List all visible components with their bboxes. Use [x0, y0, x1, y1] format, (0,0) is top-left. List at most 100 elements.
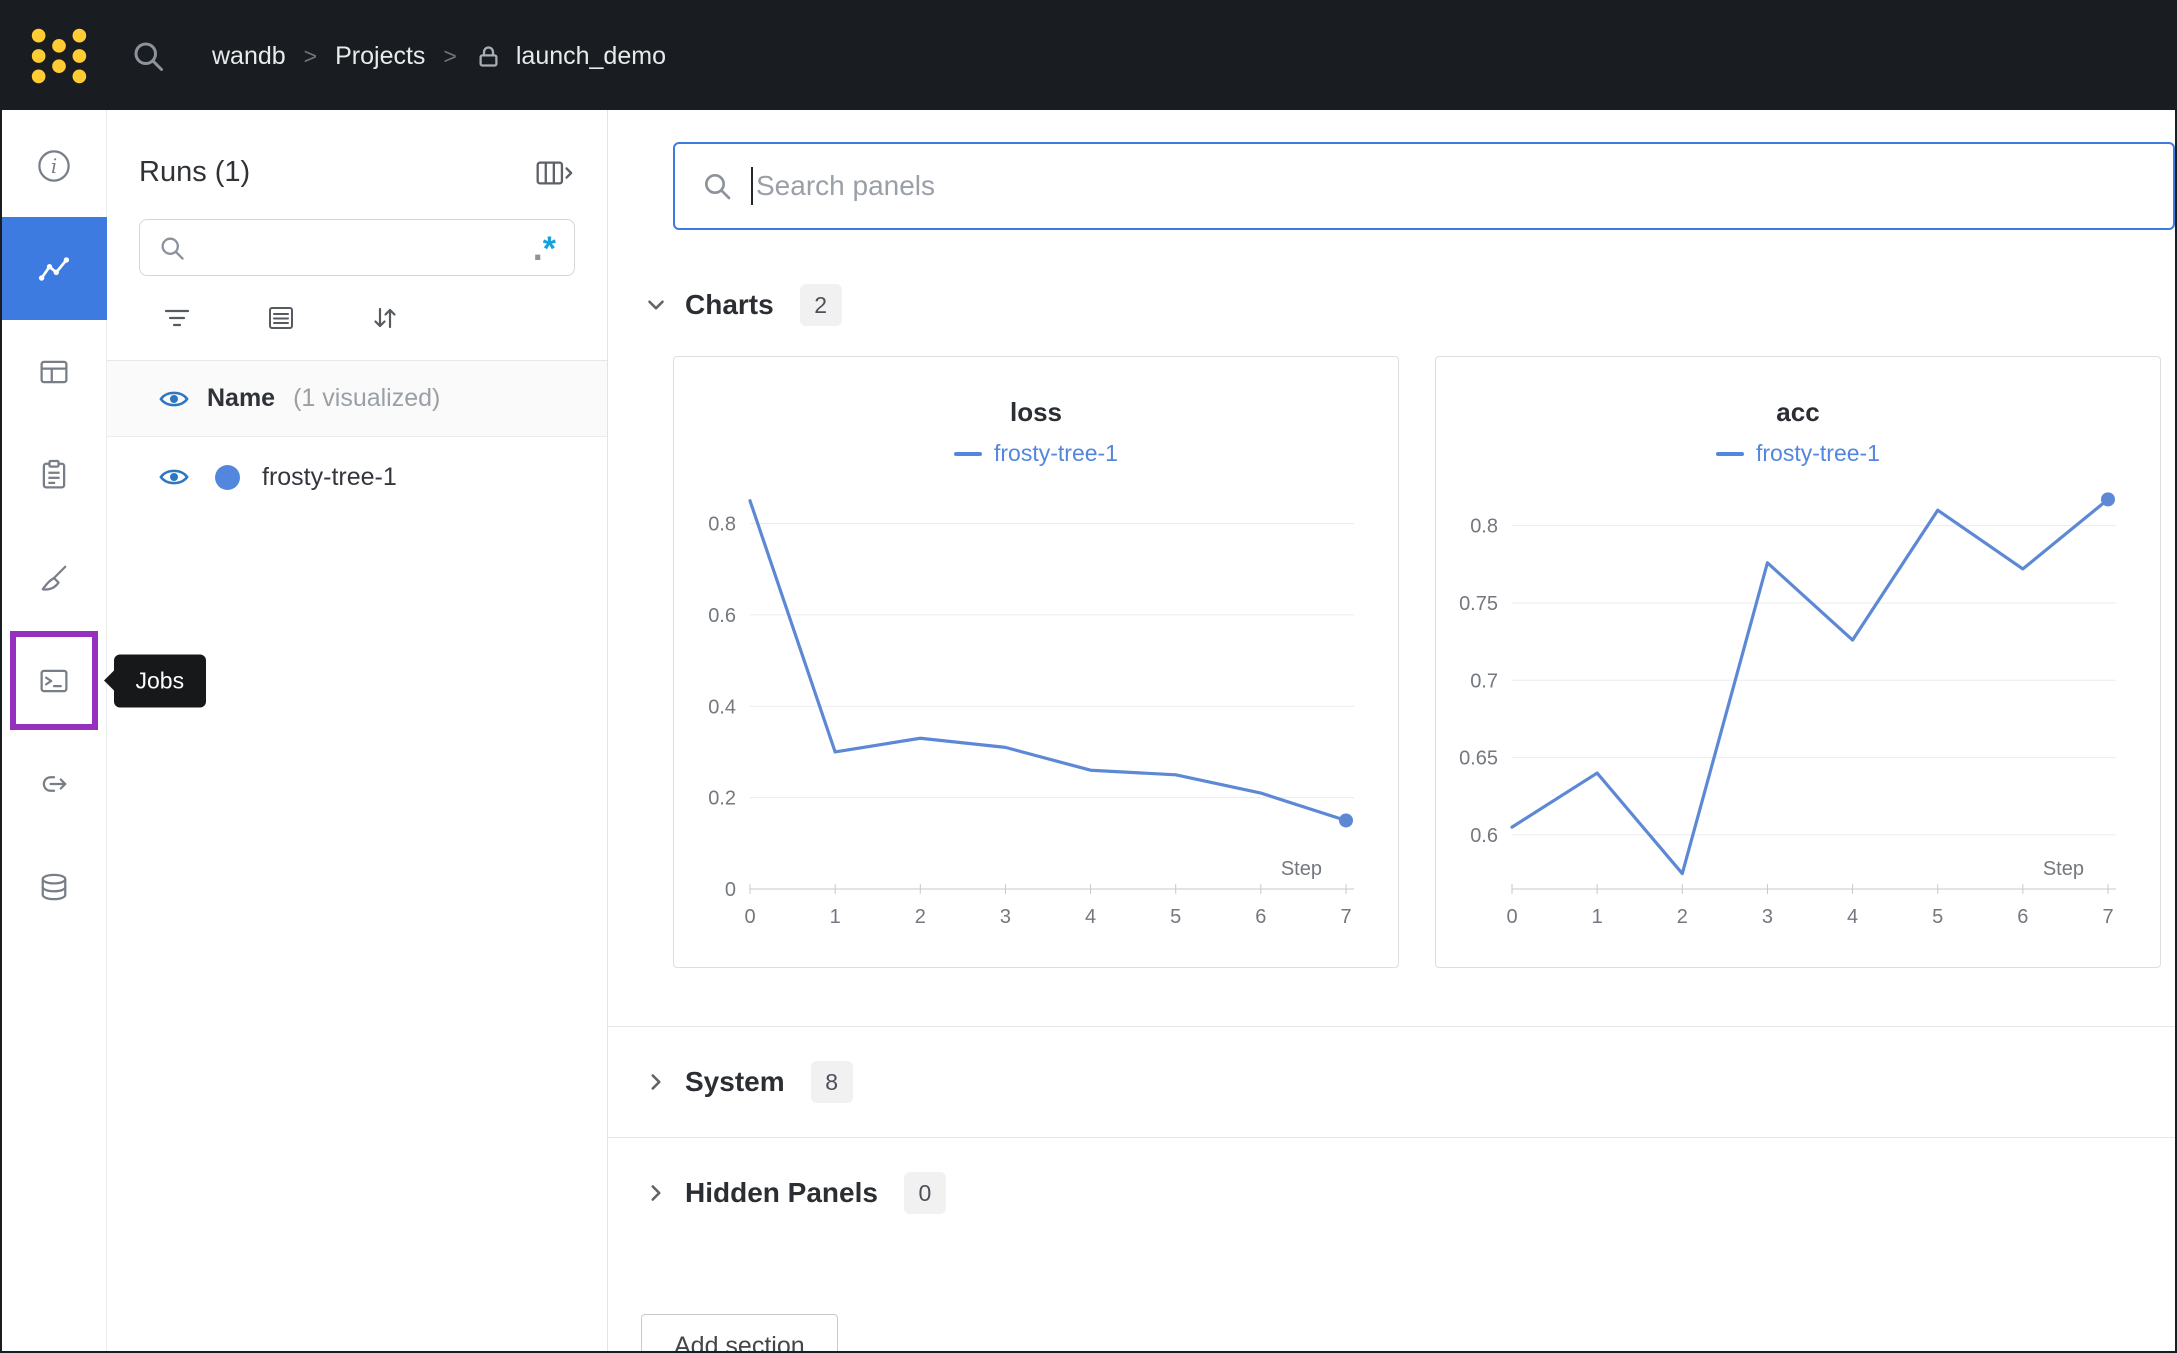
section-system-label: System — [685, 1066, 785, 1097]
svg-text:5: 5 — [1170, 906, 1181, 928]
svg-text:Step: Step — [2043, 858, 2084, 880]
section-charts-count: 2 — [799, 284, 842, 326]
breadcrumb: wandb > Projects > launch_demo — [212, 42, 666, 71]
run-name[interactable]: frosty-tree-1 — [262, 463, 397, 492]
svg-text:0.6: 0.6 — [1470, 825, 1498, 847]
top-navbar: wandb > Projects > launch_demo — [2, 2, 2175, 110]
section-hidden-panels-count: 0 — [903, 1172, 946, 1214]
legend-line-swatch — [1716, 451, 1744, 456]
chart-card-loss[interactable]: loss frosty-tree-1 0 0.2 0.4 0.6 0.8 0 1 2 3 4 5 6 7… — [673, 356, 1399, 968]
database-icon — [41, 873, 67, 900]
rail-item-artifacts[interactable] — [2, 835, 107, 938]
chart-legend: frosty-tree-1 — [1436, 440, 2160, 467]
svg-text:5: 5 — [1932, 906, 1943, 928]
sort-icon[interactable] — [369, 302, 401, 334]
svg-text:3: 3 — [1762, 906, 1773, 928]
run-color-dot — [215, 464, 240, 490]
eye-icon[interactable] — [159, 462, 189, 492]
rail-item-reports[interactable] — [2, 423, 107, 526]
svg-text:0.2: 0.2 — [708, 788, 736, 810]
legend-run-name: frosty-tree-1 — [1756, 440, 1880, 466]
runs-column-name[interactable]: Name — [207, 384, 275, 413]
jobs-highlight-box — [10, 631, 98, 730]
left-rail: i Jobs — [2, 110, 207, 1351]
runs-panel-header: Runs (1) — [139, 156, 577, 189]
section-hidden-panels-header[interactable]: Hidden Panels 0 — [643, 1172, 2175, 1214]
rail-item-jobs[interactable]: Jobs — [2, 629, 207, 732]
app-shell: i Jobs Runs (1) . * Name (1 visualized) … — [2, 110, 2175, 1351]
svg-text:1: 1 — [1592, 906, 1603, 928]
chart-legend: frosty-tree-1 — [674, 440, 1398, 467]
link-arrow-icon — [42, 775, 67, 792]
runs-header-row: Name (1 visualized) — [107, 361, 607, 437]
wandb-logo[interactable] — [24, 21, 94, 91]
svg-text:1: 1 — [830, 906, 841, 928]
breadcrumb-separator: > — [303, 42, 318, 69]
wandb-logo-icon — [31, 28, 87, 84]
table-icon — [40, 360, 68, 383]
svg-text:6: 6 — [1255, 906, 1266, 928]
line-chart-icon — [38, 256, 70, 281]
svg-text:2: 2 — [1677, 906, 1688, 928]
svg-text:0: 0 — [744, 906, 755, 928]
broom-icon — [41, 565, 67, 591]
runs-table-expand-icon[interactable] — [533, 158, 577, 188]
runs-visualized-count: (1 visualized) — [293, 384, 441, 412]
divider — [608, 1026, 2175, 1027]
breadcrumb-separator: > — [443, 42, 457, 69]
jobs-tooltip-label: Jobs — [135, 667, 185, 693]
rail-item-sweeps[interactable] — [2, 526, 107, 629]
workspace-main: Search panels Charts 2 loss frosty-tree-… — [608, 110, 2175, 1351]
breadcrumb-project[interactable]: launch_demo — [516, 42, 666, 71]
chart-card-acc[interactable]: acc frosty-tree-1 0.6 0.65 0.7 0.75 0.8 0 1 2 3 4… — [1435, 356, 2161, 968]
acc-line-chart: 0.6 0.65 0.7 0.75 0.8 0 1 2 3 4 5 6 7 Step — [1459, 492, 2116, 928]
panel-search-placeholder: Search panels — [756, 170, 936, 201]
app-window: wandb > Projects > launch_demo i Jobs Ru… — [0, 0, 2177, 1353]
filter-icon[interactable] — [161, 302, 193, 334]
svg-text:7: 7 — [2102, 906, 2113, 928]
jobs-tooltip: Jobs — [113, 654, 207, 707]
section-system-header[interactable]: System 8 — [643, 1061, 2175, 1103]
chevron-right-icon — [643, 1180, 669, 1206]
group-icon[interactable] — [265, 302, 297, 334]
svg-text:7: 7 — [1340, 906, 1351, 928]
add-section-button[interactable]: Add section — [641, 1314, 838, 1351]
svg-text:0.8: 0.8 — [708, 514, 736, 536]
search-icon — [161, 237, 184, 260]
clipboard-icon — [42, 459, 66, 488]
chart-title: acc — [1776, 397, 1820, 427]
section-hidden-panels-label: Hidden Panels — [685, 1177, 878, 1208]
breadcrumb-projects[interactable]: Projects — [335, 42, 425, 71]
lock-icon — [475, 43, 502, 70]
breadcrumb-entity[interactable]: wandb — [212, 42, 286, 71]
svg-text:2: 2 — [915, 906, 926, 928]
svg-text:6: 6 — [2017, 906, 2028, 928]
rail-item-automations[interactable] — [2, 732, 107, 835]
search-icon — [705, 174, 731, 200]
eye-icon[interactable] — [159, 384, 189, 414]
loss-line-chart: 0 0.2 0.4 0.6 0.8 0 1 2 3 4 5 6 7 Step — [708, 499, 1354, 928]
section-system-count: 8 — [810, 1061, 853, 1103]
svg-text:0.6: 0.6 — [708, 605, 736, 627]
run-row[interactable]: frosty-tree-1 — [107, 437, 607, 517]
rail-item-table[interactable] — [2, 320, 107, 423]
svg-text:3: 3 — [1000, 906, 1011, 928]
regex-toggle-icon[interactable]: . * — [533, 229, 556, 266]
info-icon: i — [38, 149, 70, 182]
svg-text:4: 4 — [1847, 906, 1858, 928]
nav-search-icon[interactable] — [130, 38, 166, 74]
svg-text:0: 0 — [725, 879, 736, 901]
runs-panel: Runs (1) . * Name (1 visualized) frosty-… — [107, 110, 608, 1351]
chart-title: loss — [1009, 397, 1063, 427]
divider — [608, 1137, 2175, 1138]
legend-line-swatch — [954, 451, 982, 456]
runs-search-input[interactable]: . * — [139, 219, 575, 276]
section-charts-label: Charts — [685, 289, 774, 320]
panel-search-input[interactable]: Search panels — [673, 142, 2175, 230]
rail-item-workspace[interactable] — [2, 217, 107, 320]
svg-text:0.75: 0.75 — [1459, 593, 1498, 615]
text-cursor — [751, 167, 753, 205]
rail-item-overview[interactable]: i — [2, 114, 107, 217]
svg-text:0: 0 — [1506, 906, 1517, 928]
section-charts-header[interactable]: Charts 2 — [643, 284, 2175, 326]
